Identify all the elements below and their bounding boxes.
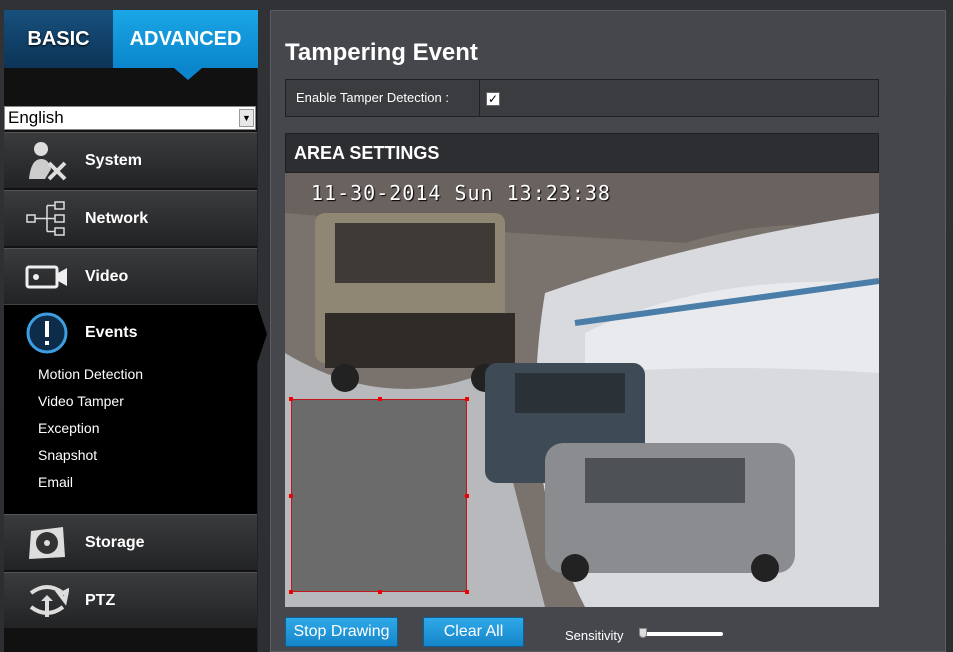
active-tab-indicator: [174, 68, 202, 80]
submenu-video-tamper[interactable]: Video Tamper: [38, 388, 257, 415]
resize-handle[interactable]: [378, 397, 382, 401]
sidebar-item-label: Storage: [85, 533, 145, 551]
resize-handle[interactable]: [465, 494, 469, 498]
enable-tamper-row: Enable Tamper Detection : ✓: [285, 79, 879, 117]
tab-advanced[interactable]: ADVANCED: [113, 10, 258, 68]
sidebar-item-events[interactable]: Events Motion Detection Video Tamper Exc…: [4, 304, 257, 514]
ptz-icon: [16, 576, 78, 626]
camera-video-feed[interactable]: 11-30-2014 Sun 13:23:38: [285, 173, 879, 607]
sensitivity-label: Sensitivity: [565, 628, 624, 643]
page-title: Tampering Event: [285, 39, 478, 66]
sidebar-item-label: Events: [85, 324, 138, 341]
stop-drawing-button[interactable]: Stop Drawing: [285, 617, 398, 647]
sidebar-item-storage[interactable]: Storage: [4, 514, 257, 571]
submenu-email[interactable]: Email: [38, 469, 257, 496]
sensitivity-slider[interactable]: [641, 632, 723, 636]
sidebar-item-label: Network: [85, 209, 149, 227]
resize-handle[interactable]: [465, 397, 469, 401]
sidebar-item-network[interactable]: Network: [4, 190, 257, 247]
active-item-pointer: [257, 304, 267, 364]
video-timestamp: 11-30-2014 Sun 13:23:38: [311, 181, 611, 205]
language-select[interactable]: English ▼: [4, 106, 256, 130]
dropdown-arrow-icon[interactable]: ▼: [239, 109, 254, 127]
submenu-snapshot[interactable]: Snapshot: [38, 442, 257, 469]
area-settings-header: AREA SETTINGS: [285, 133, 879, 173]
enable-tamper-checkbox[interactable]: ✓: [486, 92, 500, 106]
submenu-exception[interactable]: Exception: [38, 415, 257, 442]
tamper-detection-area[interactable]: [289, 397, 469, 594]
resize-handle[interactable]: [289, 590, 293, 594]
sidebar-item-label: PTZ: [85, 591, 116, 609]
sidebar-item-label: System: [85, 151, 142, 169]
resize-handle[interactable]: [289, 494, 293, 498]
sensitivity-slider-thumb[interactable]: [639, 628, 647, 638]
events-icon: [16, 308, 78, 358]
sidebar-item-ptz[interactable]: PTZ: [4, 572, 257, 629]
sidebar-item-video[interactable]: Video: [4, 248, 257, 305]
sidebar-item-label: Video: [85, 267, 129, 285]
enable-tamper-label: Enable Tamper Detection :: [286, 80, 480, 116]
sidebar: BASIC ADVANCED English ▼ System Network …: [4, 10, 267, 652]
language-value: English: [8, 108, 64, 127]
sidebar-item-system[interactable]: System: [4, 132, 257, 189]
main-panel: Tampering Event Enable Tamper Detection …: [270, 10, 946, 652]
storage-icon: [16, 518, 78, 568]
app-root: BASIC ADVANCED English ▼ System Network …: [0, 0, 953, 652]
resize-handle[interactable]: [378, 590, 382, 594]
clear-all-button[interactable]: Clear All: [423, 617, 524, 647]
resize-handle[interactable]: [465, 590, 469, 594]
network-icon: [16, 194, 78, 244]
video-icon: [16, 252, 78, 302]
resize-handle[interactable]: [289, 397, 293, 401]
system-icon: [16, 136, 78, 186]
submenu-motion-detection[interactable]: Motion Detection: [38, 361, 257, 388]
tab-basic[interactable]: BASIC: [4, 10, 113, 68]
